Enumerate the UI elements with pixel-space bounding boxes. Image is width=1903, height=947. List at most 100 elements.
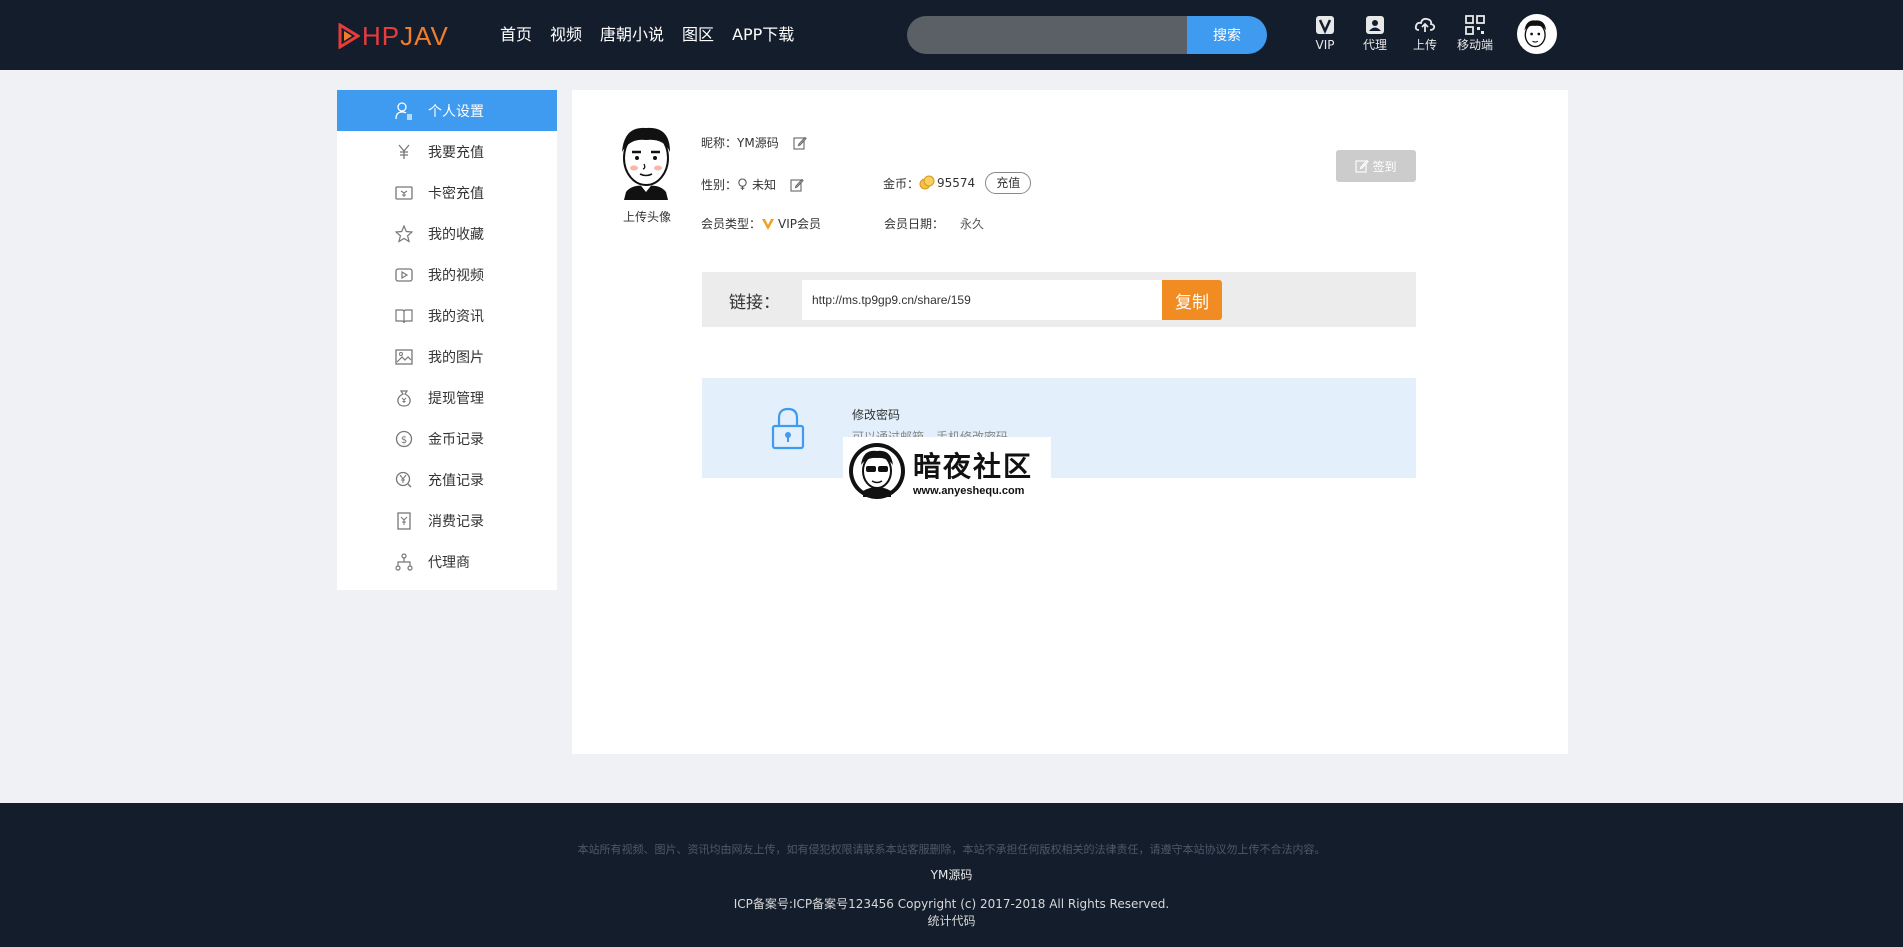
sidebar-item-expense-records[interactable]: 消费记录	[337, 500, 557, 541]
sidebar-item-label: 个人设置	[428, 103, 484, 120]
gender-value: 未知	[752, 178, 777, 192]
member-date-label: 会员日期：	[884, 217, 945, 231]
share-link-bar: 链接： 复制	[702, 272, 1416, 327]
member-type-label: 会员类型：	[701, 217, 762, 231]
sidebar-item-label: 我的视频	[428, 267, 484, 284]
sidebar-item-profile-settings[interactable]: 个人设置	[337, 90, 557, 131]
top-header: HPJAV 首页 视频 唐朝小说 图区 APP下载 搜索 VIP 代理 上传 移…	[0, 0, 1903, 70]
sidebar-item-label: 提现管理	[428, 390, 484, 407]
share-link-field[interactable]	[802, 280, 1162, 320]
logo-text: HPJAV	[362, 21, 449, 51]
card-ticket-icon	[394, 183, 414, 203]
copy-button[interactable]: 复制	[1162, 280, 1222, 320]
coins-value: 95574	[937, 176, 976, 190]
sidebar-item-recharge[interactable]: 我要充值	[337, 131, 557, 172]
sidebar-item-card-recharge[interactable]: 卡密充值	[337, 172, 557, 213]
recharge-button[interactable]: 充值	[985, 172, 1032, 194]
money-bag-icon	[394, 388, 414, 408]
org-tree-icon	[394, 552, 414, 572]
sign-in-label: 签到	[1372, 159, 1397, 174]
nav-home[interactable]: 首页	[500, 22, 532, 48]
member-date-value: 永久	[960, 217, 985, 231]
gender-row: 性别： 未知	[701, 176, 804, 193]
coins-row: 金币： 95574 充值	[883, 172, 1032, 194]
avatar-face-icon	[622, 127, 670, 200]
sidebar-item-withdraw[interactable]: 提现管理	[337, 377, 557, 418]
sidebar-item-label: 我的资讯	[428, 308, 484, 325]
change-password-card[interactable]: 修改密码 可以通过邮箱、手机修改密码	[702, 378, 1416, 478]
star-icon	[394, 224, 414, 244]
gender-unknown-icon	[738, 178, 747, 190]
nav-app-download[interactable]: APP下载	[732, 22, 794, 48]
member-type-value: VIP会员	[778, 217, 822, 231]
sign-edit-icon	[1355, 159, 1370, 173]
nav-video[interactable]: 视频	[550, 22, 582, 48]
edit-nickname-icon[interactable]	[793, 136, 807, 150]
avatar-face-icon	[1524, 20, 1546, 48]
nav-novel[interactable]: 唐朝小说	[600, 22, 664, 48]
nickname-label: 昵称：	[701, 136, 738, 150]
site-logo[interactable]: HPJAV	[338, 20, 449, 52]
profile-avatar[interactable]	[612, 122, 680, 200]
watermark-url: www.anyeshequ.com	[913, 485, 1025, 497]
header-tools: VIP 代理 上传 移动端	[1300, 14, 1500, 52]
tool-upload[interactable]: 上传	[1400, 14, 1450, 52]
video-play-icon	[394, 265, 414, 285]
sidebar-item-recharge-records[interactable]: 充值记录	[337, 459, 557, 500]
search-button[interactable]: 搜索	[1187, 16, 1267, 54]
nickname-value: YM源码	[737, 136, 779, 150]
sidebar-item-videos[interactable]: 我的视频	[337, 254, 557, 295]
sidebar-item-label: 我的收藏	[428, 226, 484, 243]
tool-agent[interactable]: 代理	[1350, 14, 1400, 52]
nickname-row: 昵称： YM源码	[701, 134, 807, 151]
search-bar: 搜索	[907, 16, 1267, 54]
sidebar-item-coin-records[interactable]: $ 金币记录	[337, 418, 557, 459]
main-nav: 首页 视频 唐朝小说 图区 APP下载	[500, 22, 812, 48]
watermark-title: 暗夜社区	[913, 450, 1034, 483]
vip-badge-icon	[762, 218, 775, 230]
sidebar-item-images[interactable]: 我的图片	[337, 336, 557, 377]
change-password-title: 修改密码	[852, 408, 901, 422]
sidebar-item-label: 代理商	[428, 554, 470, 571]
upload-avatar-link[interactable]: 上传头像	[610, 208, 684, 225]
lock-icon	[771, 407, 805, 450]
footer-disclaimer: 本站所有视频、图片、资讯均由网友上传，如有侵犯权限请联系本站客服删除，本站不承担…	[577, 843, 1326, 856]
watermark-overlay: 暗夜社区 www.anyeshequ.com	[843, 437, 1051, 505]
vip-icon	[1314, 14, 1336, 36]
yen-coin-icon	[394, 470, 414, 490]
logo-play-icon	[338, 23, 360, 49]
nav-gallery[interactable]: 图区	[682, 22, 714, 48]
sidebar-item-label: 卡密充值	[428, 185, 484, 202]
receipt-icon	[394, 511, 414, 531]
sidebar-item-agent[interactable]: 代理商	[337, 541, 557, 582]
search-input[interactable]	[907, 16, 1187, 54]
share-link-label: 链接：	[729, 293, 780, 313]
sidebar-item-label: 消费记录	[428, 513, 484, 530]
watermark-logo-icon	[849, 443, 905, 499]
sidebar-item-label: 金币记录	[428, 431, 484, 448]
sidebar-item-news[interactable]: 我的资讯	[337, 295, 557, 336]
tool-mobile[interactable]: 移动端	[1450, 14, 1500, 52]
qrcode-icon	[1464, 14, 1486, 36]
sidebar-item-label: 我的图片	[428, 349, 484, 366]
gender-label: 性别：	[701, 178, 738, 192]
user-avatar[interactable]	[1517, 14, 1557, 54]
edit-gender-icon[interactable]	[790, 178, 804, 192]
sidebar-item-favorites[interactable]: 我的收藏	[337, 213, 557, 254]
member-date-row: 会员日期： 永久	[884, 215, 984, 232]
gold-coins-icon	[919, 175, 935, 190]
upload-cloud-icon	[1414, 14, 1436, 36]
footer-stats-code[interactable]: 统计代码	[0, 912, 1903, 929]
footer-copyright: ICP备案号:ICP备案号123456 Copyright (c) 2017-2…	[733, 897, 1170, 911]
book-icon	[394, 306, 414, 326]
sidebar-item-label: 充值记录	[428, 472, 484, 489]
user-settings-icon	[394, 101, 414, 121]
sidebar-item-label: 我要充值	[428, 144, 484, 161]
coins-label: 金币：	[883, 176, 920, 191]
svg-text:$: $	[401, 435, 407, 446]
yen-recharge-icon	[394, 142, 414, 162]
tool-vip[interactable]: VIP	[1300, 14, 1350, 52]
sign-in-button[interactable]: 签到	[1336, 150, 1416, 182]
dollar-coin-icon: $	[394, 429, 414, 449]
user-sidebar: 个人设置 我要充值 卡密充值 我的收藏 我的视频 我的资讯 我的图片 提现管理 …	[337, 90, 557, 590]
